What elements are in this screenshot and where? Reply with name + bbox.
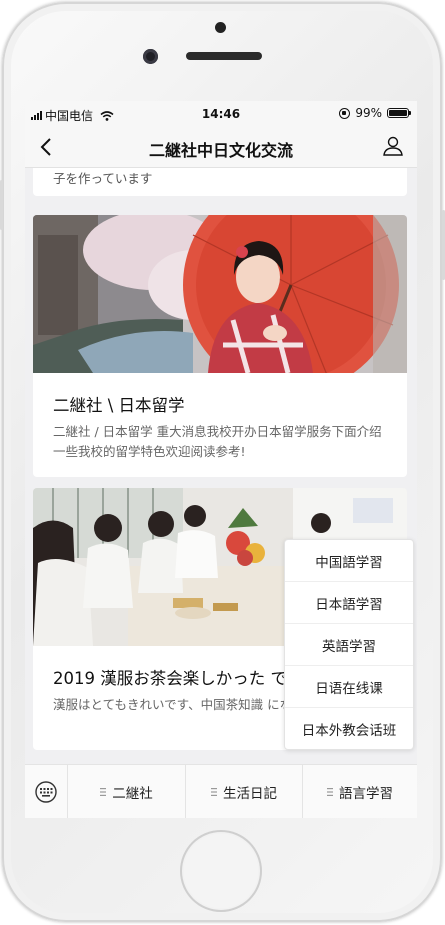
keyboard-toggle-button[interactable] — [25, 765, 68, 818]
menu-item-chinese[interactable]: 中国語学習 — [285, 540, 413, 582]
earpiece-speaker — [186, 52, 262, 60]
page-title: 二継社中日文化交流 — [148, 141, 293, 160]
nav-bar: 二継社中日文化交流 — [25, 127, 417, 168]
tab-label: 語言学習 — [339, 786, 393, 802]
front-camera — [143, 49, 158, 64]
volume-button — [0, 180, 3, 230]
keyboard-icon — [35, 781, 57, 803]
article-desc: 二継社 / 日本留学 重大消息我校开办日本留学服务下面介绍一些我校的留学特色欢迎… — [53, 424, 382, 459]
article-desc: 子を作っています — [53, 171, 153, 186]
tab-label: 二継社 — [112, 786, 153, 802]
home-button[interactable] — [180, 830, 262, 912]
proximity-sensor — [215, 22, 226, 33]
menu-item-japanese[interactable]: 日本語学習 — [285, 582, 413, 624]
article-title: 二継社 \ 日本留学 — [53, 396, 185, 415]
tab-label: 生活日記 — [223, 786, 277, 802]
kimono-umbrella-photo — [33, 215, 407, 373]
article-title: 2019 漢服お茶会楽しかった です — [53, 669, 304, 688]
menu-item-conversation-class[interactable]: 日本外教会话班 — [285, 708, 413, 749]
menu-lines-icon — [327, 788, 333, 796]
rotation-lock-icon — [339, 107, 351, 119]
status-right: 99% — [339, 106, 411, 120]
tab-life-diary[interactable]: 生活日記 — [186, 765, 303, 818]
article-card[interactable]: 二継社 \ 日本留学 二継社 / 日本留学 重大消息我校开办日本留学服务下面介绍… — [33, 215, 407, 477]
battery-percent: 99% — [355, 106, 382, 120]
bottom-menu-bar: 二継社 生活日記 語言学習 — [25, 764, 417, 818]
tab-language-study[interactable]: 語言学習 — [303, 765, 417, 818]
language-submenu: 中国語学習 日本語学習 英語学習 日语在线课 日本外教会话班 — [284, 539, 414, 750]
article-card-partial[interactable]: 子を作っています — [33, 168, 407, 196]
user-icon[interactable] — [381, 134, 405, 158]
tab-erjisha[interactable]: 二継社 — [68, 765, 186, 818]
menu-item-english[interactable]: 英語学習 — [285, 624, 413, 666]
menu-lines-icon — [100, 788, 107, 796]
menu-item-online-course[interactable]: 日语在线课 — [285, 666, 413, 708]
screen: 中国电信 14:46 99% 二継社中日文化交流 子を作っています 二継社 \ … — [25, 101, 417, 818]
status-bar: 中国电信 14:46 99% — [25, 101, 417, 127]
battery-icon — [387, 108, 411, 118]
menu-lines-icon — [211, 788, 217, 796]
